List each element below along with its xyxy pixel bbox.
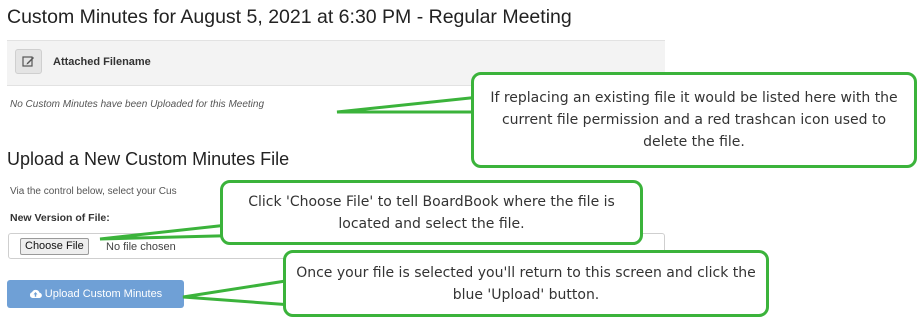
page-title: Custom Minutes for August 5, 2021 at 6:3… bbox=[7, 6, 572, 28]
replace-file-callout: If replacing an existing file it would b… bbox=[471, 72, 917, 168]
upload-section-title: Upload a New Custom Minutes File bbox=[7, 149, 290, 169]
choose-file-button[interactable]: Choose File bbox=[20, 238, 89, 255]
upload-button-label: Upload Custom Minutes bbox=[44, 288, 163, 300]
edit-icon bbox=[22, 56, 34, 67]
upload-instructions: Via the control below, select your Cus bbox=[10, 186, 177, 197]
cloud-upload-icon bbox=[29, 289, 42, 299]
new-version-label: New Version of File: bbox=[10, 212, 110, 224]
upload-button-callout: Once your file is selected you'll return… bbox=[283, 250, 769, 317]
upload-custom-minutes-button[interactable]: Upload Custom Minutes bbox=[7, 280, 184, 308]
no-minutes-message: No Custom Minutes have been Uploaded for… bbox=[10, 99, 265, 110]
attached-filename-header: Attached Filename bbox=[53, 56, 151, 68]
no-file-chosen-text: No file chosen bbox=[106, 241, 176, 253]
edit-button[interactable] bbox=[15, 49, 42, 74]
callout-3-pointer bbox=[182, 278, 294, 307]
choose-file-callout: Click 'Choose File' to tell BoardBook wh… bbox=[220, 180, 643, 245]
